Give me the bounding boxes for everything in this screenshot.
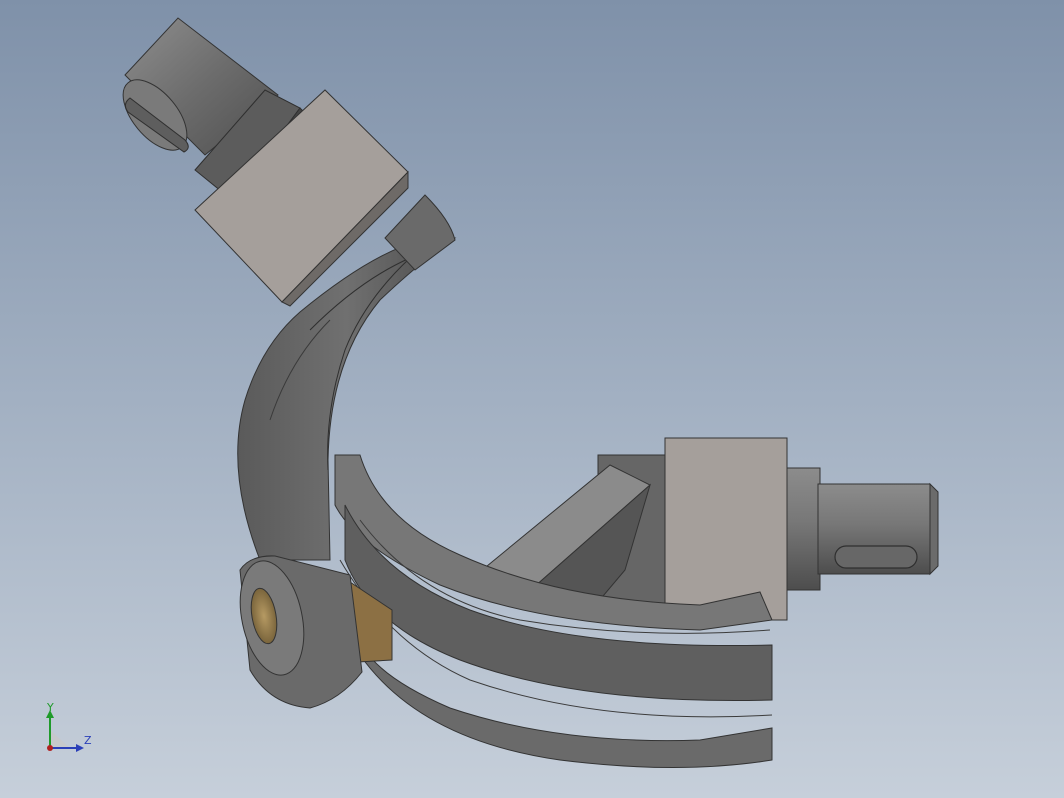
right-shaft-chamfer bbox=[929, 482, 939, 576]
right-shaft[interactable] bbox=[784, 467, 939, 591]
right-block-front-face bbox=[664, 437, 788, 621]
pivot-eye[interactable] bbox=[231, 555, 363, 709]
y-axis-label: Y bbox=[46, 701, 54, 714]
z-axis-arrow bbox=[76, 744, 84, 752]
right-keyway bbox=[834, 545, 918, 569]
orientation-triad: Y Z bbox=[46, 701, 92, 752]
triad-origin bbox=[47, 745, 53, 751]
triad-plane bbox=[50, 730, 70, 748]
3d-model-view[interactable] bbox=[0, 0, 1064, 798]
right-shaft-collar bbox=[784, 467, 821, 591]
graphics-viewport[interactable]: Y Z bbox=[0, 0, 1064, 798]
z-axis-label: Z bbox=[84, 734, 92, 747]
